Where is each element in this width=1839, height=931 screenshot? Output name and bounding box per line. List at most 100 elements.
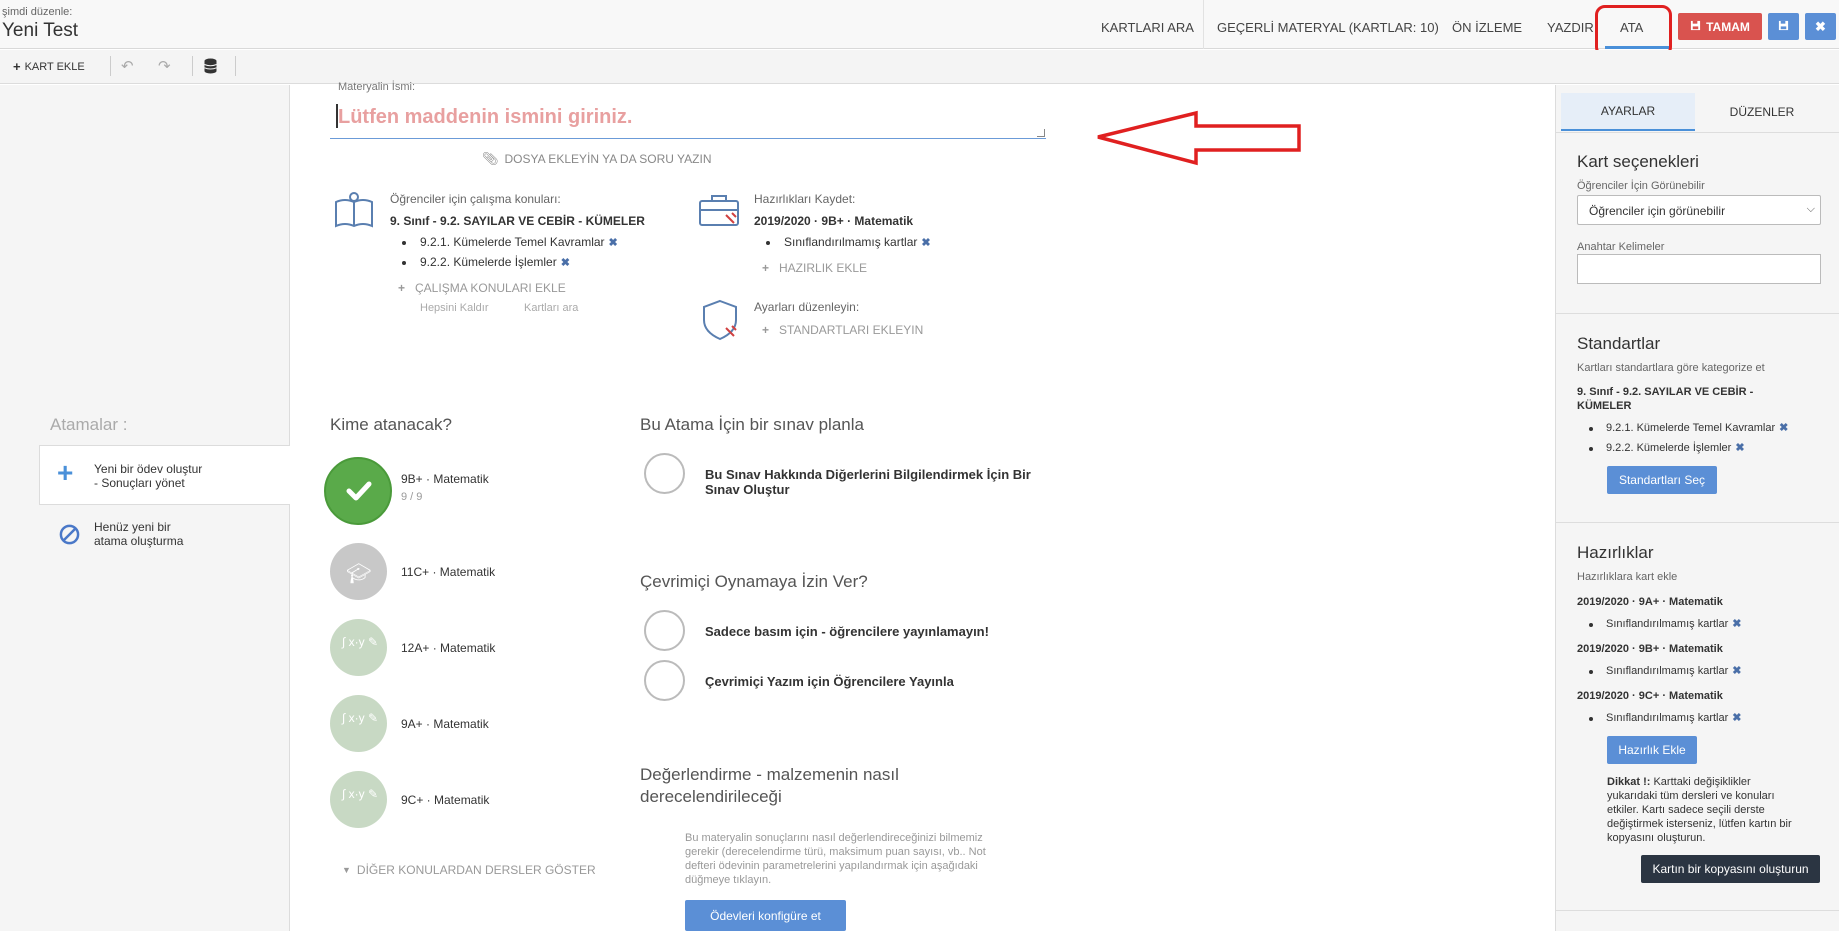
tab-settings[interactable]: AYARLAR <box>1561 93 1695 131</box>
assignments-sidebar: Atamalar : + Yeni bir ödev oluştur - Son… <box>0 85 290 931</box>
divider <box>1556 313 1839 314</box>
create-assignment-item[interactable]: + Yeni bir ödev oluştur - Sonuçları yöne… <box>39 445 290 505</box>
done-button-label: TAMAM <box>1706 19 1750 34</box>
done-button[interactable]: TAMAM <box>1678 13 1762 40</box>
show-other-classes-link[interactable]: ▼ DİĞER KONULARDAN DERSLER GÖSTER <box>342 863 596 877</box>
nav-preview[interactable]: ÖN İZLEME <box>1452 0 1522 49</box>
material-name-placeholder: Lütfen maddenin ismini giriniz. <box>338 106 633 128</box>
grading-title-line2: derecelendirileceği <box>640 787 782 806</box>
no-assignment-item[interactable]: Henüz yeni bir atama oluşturma <box>40 515 290 559</box>
standards-title: Standartlar <box>1577 334 1661 353</box>
class-avatar[interactable]: ∫ x·y ✎ <box>330 695 387 752</box>
prep-group-item-label: Sınıflandırılmamış kartlar <box>1606 712 1729 724</box>
chalkboard-icon: ∫ x·y ✎ <box>342 635 379 649</box>
assign-to-title: Kime atanacak? <box>330 415 452 434</box>
resize-handle[interactable] <box>1037 129 1045 137</box>
material-name-input[interactable]: Lütfen maddenin ismini giriniz. <box>330 95 1046 139</box>
tab-layouts[interactable]: DÜZENLER <box>1695 93 1829 131</box>
publish-online-radio[interactable] <box>644 660 685 701</box>
class-avatar[interactable]: 🎓︎ <box>330 543 387 600</box>
copy-card-button[interactable]: Kartın bir kopyasını oluşturun <box>1641 855 1820 883</box>
remove-icon[interactable]: ✖ <box>1779 422 1788 434</box>
prep-group-heading: 2019/2020 · 9C+ · Matematik <box>1577 690 1723 702</box>
plus-icon: + <box>762 261 770 275</box>
nav-current-material[interactable]: GEÇERLİ MATERYAL (KARTLAR: 10) <box>1217 0 1439 49</box>
grading-desc-line: defteri ödevinin parametrelerini yapılan… <box>685 860 978 872</box>
preps-subtitle: Hazırlıklara kart ekle <box>1577 571 1678 583</box>
attach-file-link[interactable]: 📎︎ DOSYA EKLEYİN YA DA SORU YAZIN <box>482 151 711 167</box>
bullet <box>402 241 406 245</box>
grading-title: Değerlendirme - malzemenin nasıl derecel… <box>640 764 899 808</box>
exam-option-line2: Sınav Oluştur <box>705 482 790 497</box>
add-prep-link[interactable]: + HAZIRLIK EKLE <box>762 261 867 275</box>
class-avatar-selected[interactable] <box>324 457 392 525</box>
remove-icon[interactable]: ✖ <box>609 237 618 249</box>
add-topics-label: ÇALIŞMA KONULARI EKLE <box>415 281 566 295</box>
warning-note-line: etkiler. Kartı sadece seçili derste <box>1607 804 1765 816</box>
warning-note-line: Karttaki değişiklikler <box>1650 776 1751 788</box>
create-line2: - Sonuçları yönet <box>94 476 185 490</box>
remove-icon[interactable]: ✖ <box>1732 712 1741 724</box>
remove-icon[interactable]: ✖ <box>1732 618 1741 630</box>
grading-description: Bu materyalin sonuçlarını nasıl değerlen… <box>685 831 986 887</box>
add-topics-link[interactable]: + ÇALIŞMA KONULARI EKLE <box>398 281 566 295</box>
prep-group-item: Sınıflandırılmamış kartlar ✖ <box>1606 664 1741 677</box>
add-card-button[interactable]: + KART EKLE <box>13 59 85 74</box>
class-name: 11C+ · Matematik <box>401 565 496 579</box>
close-button[interactable]: ✖ <box>1805 13 1836 40</box>
book-icon <box>333 192 375 233</box>
bullet <box>1589 447 1593 451</box>
card-options-title: Kart seçenekleri <box>1577 152 1699 171</box>
shield-icon <box>700 298 740 345</box>
attach-label: DOSYA EKLEYİN YA DA SORU YAZIN <box>504 152 712 166</box>
graduation-cap-icon: 🎓︎ <box>346 563 372 585</box>
class-avatar[interactable]: ∫ x·y ✎ <box>330 771 387 828</box>
remove-all-link[interactable]: Hepsini Kaldır <box>420 302 488 314</box>
caret-down-icon: ▼ <box>342 865 351 875</box>
save-icon <box>1778 20 1789 34</box>
warning-note-line: değiştirmek isterseniz, lütfen kartın bi… <box>1607 818 1792 830</box>
settings-sidebar: AYARLAR DÜZENLER Kart seçenekleri Öğrenc… <box>1555 85 1839 931</box>
add-standards-label: STANDARTLARI EKLEYIN <box>779 323 924 337</box>
exam-radio[interactable] <box>644 453 685 494</box>
nav-divider <box>1203 0 1204 49</box>
keywords-input[interactable] <box>1577 254 1821 284</box>
save-button[interactable] <box>1768 13 1799 40</box>
standard-item-label: 9.2.2. Kümelerde İşlemler <box>1606 442 1732 454</box>
chalkboard-icon: ∫ x·y ✎ <box>342 711 379 725</box>
add-prep-button[interactable]: Hazırlık Ekle <box>1607 736 1697 764</box>
plus-icon: + <box>57 457 74 488</box>
search-cards-link[interactable]: Kartları ara <box>524 302 578 314</box>
class-avatar[interactable]: ∫ x·y ✎ <box>330 619 387 676</box>
briefcase-icon <box>698 193 740 232</box>
configure-grading-button[interactable]: Ödevleri konfigüre et <box>685 900 846 931</box>
preps-title: Hazırlıklar <box>1577 543 1654 562</box>
prep-heading: 2019/2020 · 9B+ · Matematik <box>754 214 914 228</box>
topics-label: Öğrenciler için çalışma konuları: <box>390 192 561 206</box>
prep-group-item-label: Sınıflandırılmamış kartlar <box>1606 618 1729 630</box>
document-title: Yeni Test <box>2 20 79 41</box>
remove-icon[interactable]: ✖ <box>921 237 930 249</box>
divider <box>1556 132 1839 133</box>
select-standards-button[interactable]: Standartları Seç <box>1607 466 1717 494</box>
plus-icon: + <box>13 59 21 74</box>
toolbar-divider <box>235 56 236 76</box>
visibility-label: Öğrenciler İçin Görünebilir <box>1577 180 1705 192</box>
database-icon[interactable] <box>204 58 217 77</box>
settings-label: Ayarları düzenleyin: <box>754 300 860 314</box>
redo-icon[interactable]: ↷ <box>158 57 171 75</box>
remove-icon[interactable]: ✖ <box>1735 442 1744 454</box>
add-standards-link[interactable]: + STANDARTLARI EKLEYIN <box>762 323 923 337</box>
visibility-select[interactable]: Öğrenciler için görünebilir ⌵ <box>1577 195 1821 225</box>
print-only-radio[interactable] <box>644 610 685 651</box>
nav-print[interactable]: YAZDIR <box>1547 0 1594 49</box>
remove-icon[interactable]: ✖ <box>1732 665 1741 677</box>
remove-icon[interactable]: ✖ <box>561 257 570 269</box>
undo-icon[interactable]: ↶ <box>121 57 134 75</box>
arrow-annotation-icon <box>1094 110 1304 169</box>
prep-group-heading: 2019/2020 · 9B+ · Matematik <box>1577 643 1723 655</box>
ban-icon <box>59 524 80 548</box>
standard-item: 9.2.1. Kümelerde Temel Kavramlar ✖ <box>1606 421 1788 434</box>
nav-search-cards[interactable]: KARTLARI ARA <box>1101 0 1194 49</box>
standard-item: 9.2.2. Kümelerde İşlemler ✖ <box>1606 441 1745 454</box>
